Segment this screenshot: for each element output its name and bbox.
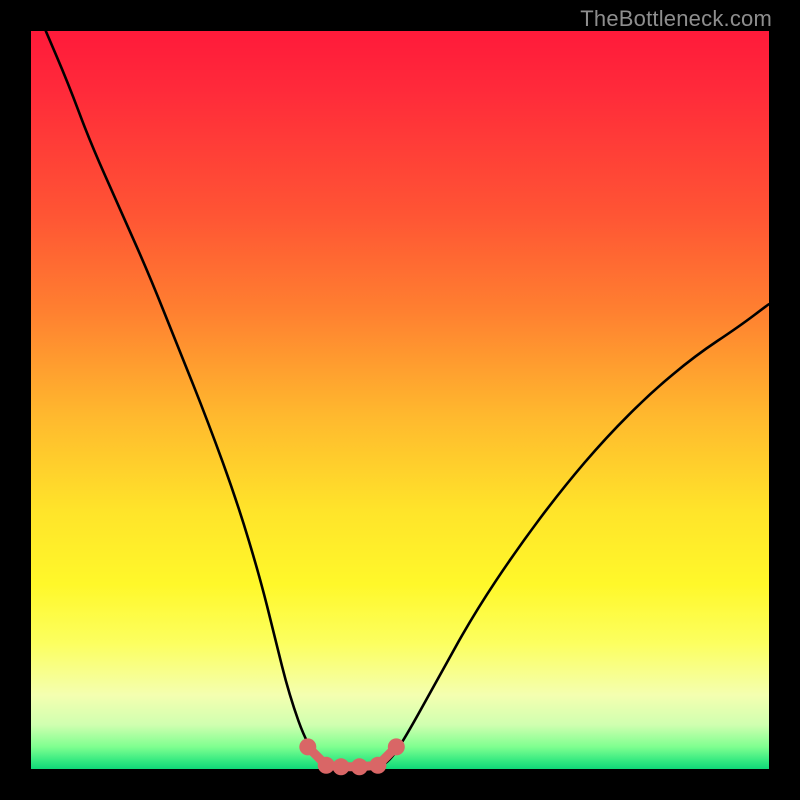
marker-dot — [333, 758, 350, 775]
marker-dot — [351, 758, 368, 775]
marker-dot — [369, 757, 386, 774]
chart-plot-area — [31, 31, 769, 769]
chart-frame: TheBottleneck.com — [0, 0, 800, 800]
bottleneck-curve-line — [46, 31, 769, 767]
watermark-text: TheBottleneck.com — [580, 6, 772, 32]
marker-dot — [299, 738, 316, 755]
bottleneck-markers-group — [299, 738, 405, 775]
chart-svg — [31, 31, 769, 769]
marker-dot — [318, 757, 335, 774]
marker-dot — [388, 738, 405, 755]
